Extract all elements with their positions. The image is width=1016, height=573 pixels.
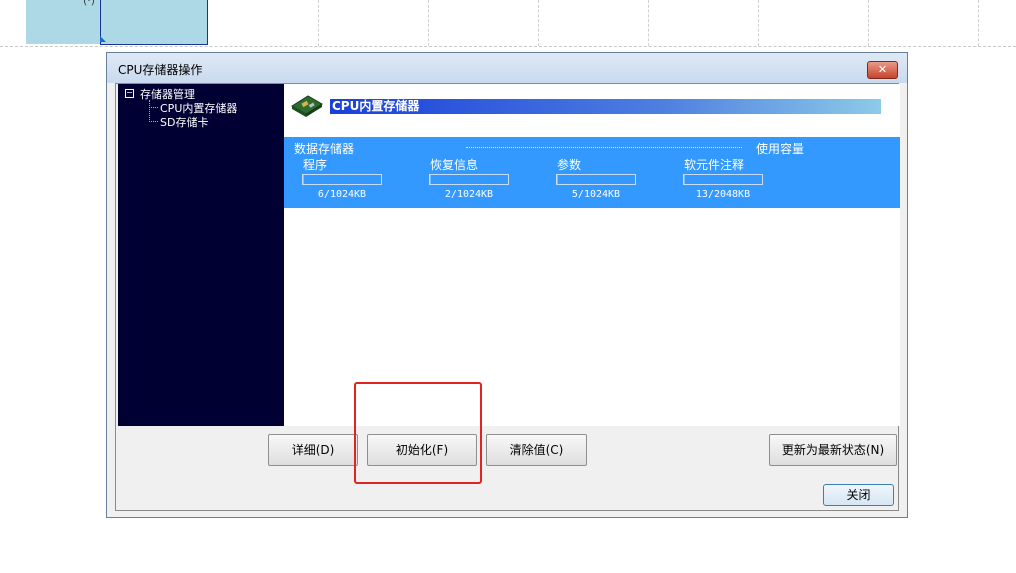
clear-value-button[interactable]: 清除值(C) (486, 434, 587, 466)
memory-tree: − 存储器管理 CPU内置存储器 SD存储卡 (118, 84, 284, 426)
usage-bar (302, 174, 382, 185)
cell-text: (·) (83, 0, 96, 7)
used-capacity-label: 使用容量 (756, 142, 805, 156)
usage-bar (556, 174, 636, 185)
collapse-icon[interactable]: − (125, 89, 134, 98)
memory-usage-restore-info: 恢复信息 2/1024KB (421, 156, 521, 206)
memory-usage-parameters: 参数 5/1024KB (548, 156, 648, 206)
grid-line (318, 0, 319, 46)
refresh-status-button[interactable]: 更新为最新状态(N) (769, 434, 897, 466)
dialog-body: − 存储器管理 CPU内置存储器 SD存储卡 CPU内置存储器 数据存储器 使用… (115, 83, 900, 511)
grid-line (648, 0, 649, 46)
grid-line (538, 0, 539, 46)
cell-marker-icon (100, 36, 106, 42)
dialog-titlebar[interactable]: CPU存储器操作 ✕ (107, 53, 907, 83)
data-memory-label: 数据存储器 (294, 142, 355, 156)
memory-usage-program: 程序 6/1024KB (294, 156, 394, 206)
section-divider (466, 147, 742, 148)
tree-connector (149, 100, 150, 122)
usage-value: 5/1024KB (571, 189, 621, 200)
tree-connector (149, 107, 158, 108)
content-header-bar: CPU内置存储器 (330, 99, 881, 114)
memory-type-label: 程序 (303, 158, 328, 172)
usage-bar (429, 174, 509, 185)
content-header-title: CPU内置存储器 (332, 99, 420, 113)
memory-type-label: 恢复信息 (430, 158, 479, 172)
memory-usage-device-comments: 软元件注释 13/2048KB (675, 156, 775, 206)
memory-chip-icon (291, 95, 323, 117)
close-icon[interactable]: ✕ (867, 61, 898, 79)
grid-line (428, 0, 429, 46)
memory-content-panel: CPU内置存储器 数据存储器 使用容量 程序 6/1024KB 恢复信息 2/1… (284, 84, 900, 426)
usage-bar (683, 174, 763, 185)
usage-value: 2/1024KB (444, 189, 494, 200)
usage-value: 13/2048KB (695, 189, 751, 200)
dialog-title: CPU存储器操作 (118, 63, 203, 77)
grid-line (978, 0, 979, 46)
memory-type-label: 软元件注释 (684, 158, 745, 172)
cpu-memory-operation-dialog: CPU存储器操作 ✕ − 存储器管理 CPU内置存储器 SD存储卡 CPU内置存… (106, 52, 908, 518)
tree-connector (149, 121, 158, 122)
grid-line (758, 0, 759, 46)
highlight-annotation (354, 382, 482, 484)
data-memory-panel[interactable]: 数据存储器 使用容量 程序 6/1024KB 恢复信息 2/1024KB 参数 … (284, 137, 900, 208)
usage-value: 6/1024KB (317, 189, 367, 200)
memory-type-label: 参数 (557, 158, 582, 172)
detail-button[interactable]: 详细(D) (268, 434, 358, 466)
tree-item-sd-card[interactable]: SD存储卡 (160, 114, 208, 130)
grid-line (868, 0, 869, 46)
active-cell[interactable] (100, 0, 208, 45)
close-button[interactable]: 关闭 (823, 484, 894, 506)
